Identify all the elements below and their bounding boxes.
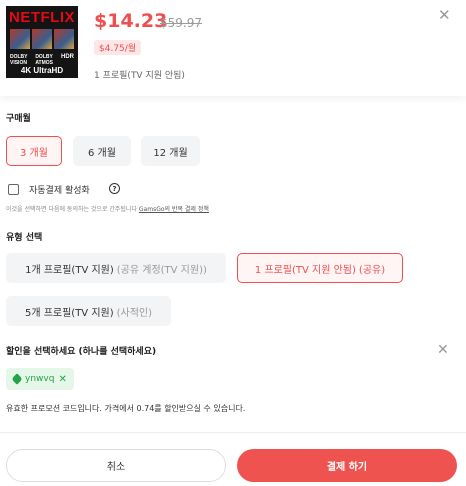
profile-note: 1 프로필(TV 지원 안됨)	[94, 71, 185, 81]
type-option-main: 5개 프로필(TV 지원)	[24, 307, 114, 319]
period-label: 구매월	[6, 114, 31, 124]
close-icon[interactable]: ✕	[438, 6, 451, 24]
auto-pay-checkbox[interactable]	[8, 184, 19, 195]
uhd-label: 4K UltraHD	[20, 66, 64, 75]
hdr-badge: HDR	[61, 54, 74, 60]
period-option-6[interactable]: 6 개월	[73, 136, 131, 166]
original-price: $59.97	[160, 16, 202, 30]
remove-coupon-icon[interactable]: ✕	[58, 374, 66, 385]
dolby-vision-badge: DOLBY VISION	[10, 54, 28, 66]
period-option-12[interactable]: 12 개월	[141, 136, 200, 166]
type-option-shared-tv[interactable]: 1개 프로필(TV 지원) (공유 계정(TV 지원))	[6, 253, 226, 283]
product-screens-image	[10, 29, 74, 49]
auto-pay-label: 자동결제 활성화	[29, 186, 90, 196]
coupon-code: ynwvq	[25, 374, 55, 384]
close-icon[interactable]: ✕	[437, 342, 449, 358]
coupon-note: 유효한 프로모션 코드입니다. 가격에서 0.74를 할인받으실 수 있습니다.	[6, 404, 246, 413]
type-option-main: 1 프로필(TV 지원 안됨)	[254, 264, 356, 276]
auto-pay-note-text: 이것을 선택하면 다음에 동의하는 것으로 간주됩니다	[6, 206, 137, 213]
tag-icon	[11, 373, 23, 385]
product-badges: DOLBY VISION DOLBY ATMOS HDR	[10, 54, 74, 66]
type-option-sub: (사적인)	[116, 307, 153, 319]
auto-pay-note: 이것을 선택하면 다음에 동의하는 것으로 간주됩니다 GamsGo의 반복 결…	[6, 204, 209, 213]
recurring-policy-link[interactable]: GamsGo의 반복 결제 정책	[139, 206, 209, 213]
coupon-chip[interactable]: ynwvq ✕	[6, 368, 74, 390]
product-header: NETFLIX DOLBY VISION DOLBY ATMOS HDR 4K …	[0, 0, 466, 96]
period-option-3[interactable]: 3 개월	[6, 136, 62, 166]
type-option-shared-no-tv[interactable]: 1 프로필(TV 지원 안됨) (공유)	[237, 253, 403, 283]
discount-label: 할인을 선택하세요 (하나를 선택하세요)	[6, 347, 157, 357]
netflix-logo: NETFLIX	[9, 9, 75, 26]
footer-divider	[0, 432, 466, 433]
dolby-atmos-badge: DOLBY ATMOS	[35, 54, 53, 66]
type-option-sub: (공유 계정(TV 지원))	[116, 264, 207, 276]
product-image: NETFLIX DOLBY VISION DOLBY ATMOS HDR 4K …	[6, 6, 78, 78]
type-option-private[interactable]: 5개 프로필(TV 지원) (사적인)	[6, 296, 171, 326]
monthly-price-badge: $4.75/월	[94, 40, 142, 55]
cancel-button[interactable]: 취소	[6, 449, 226, 482]
current-price: $14.23	[94, 10, 168, 32]
pay-button[interactable]: 결제 하기	[237, 449, 457, 482]
help-icon[interactable]: ?	[109, 183, 120, 194]
type-option-main: 1개 프로필(TV 지원)	[25, 264, 114, 276]
type-option-sub: (공유)	[358, 264, 386, 276]
type-label: 유형 선택	[6, 233, 43, 243]
